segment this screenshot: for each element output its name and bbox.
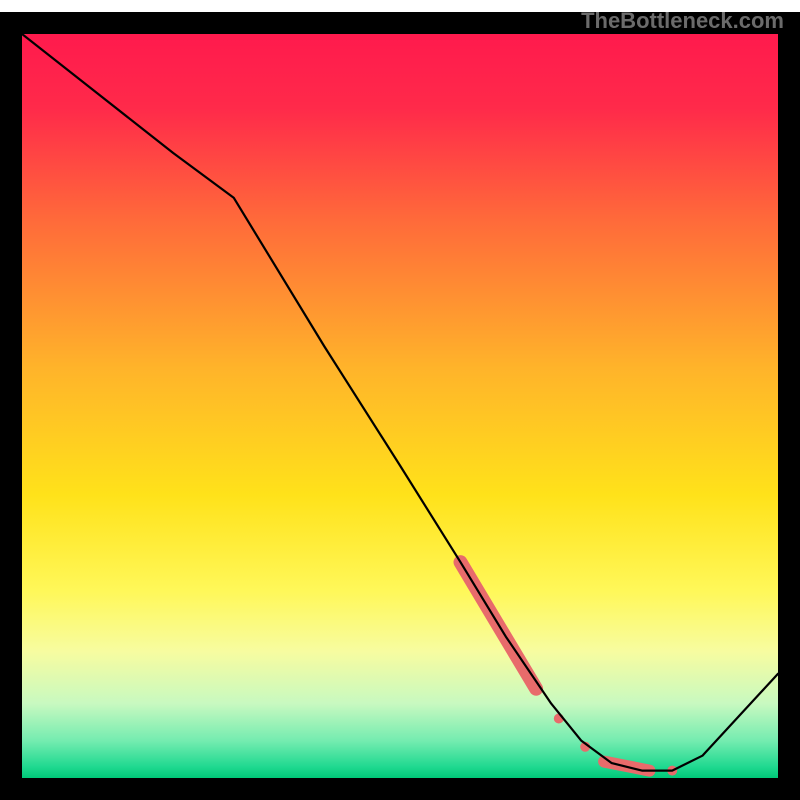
watermark-text: TheBottleneck.com (581, 8, 784, 34)
gradient-background (22, 34, 778, 778)
plot-area (11, 23, 789, 789)
chart-container: { "watermark": "TheBottleneck.com", "gra… (0, 0, 800, 800)
chart-svg (0, 0, 800, 800)
